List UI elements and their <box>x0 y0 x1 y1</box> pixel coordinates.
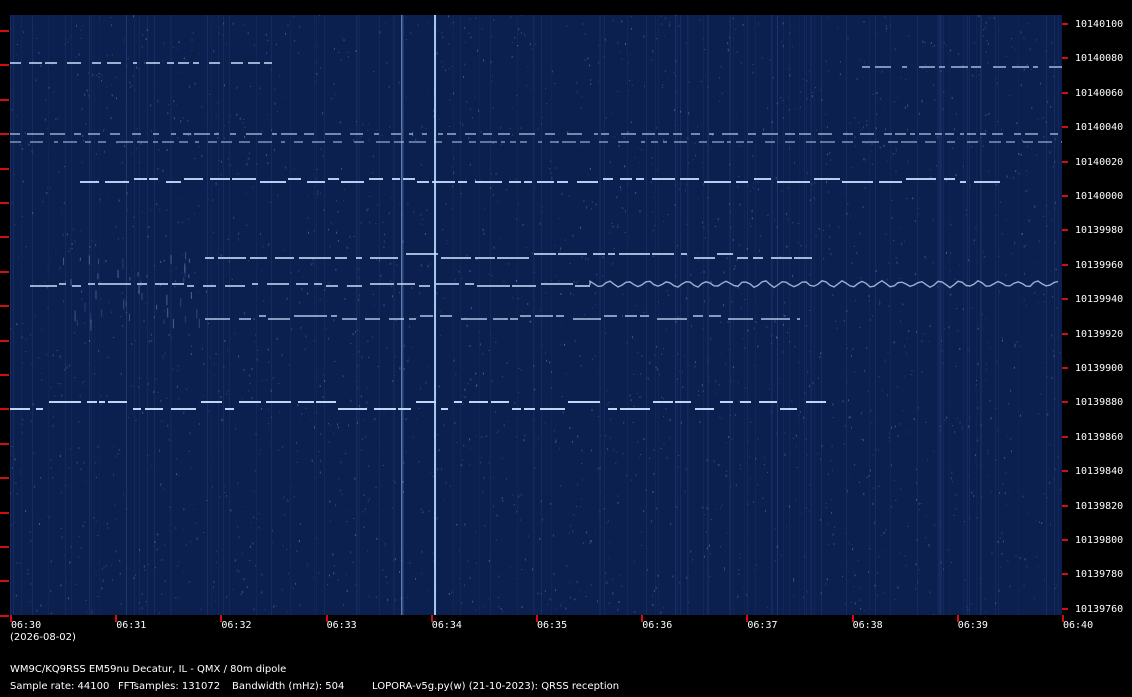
freq-label: 10140060 <box>1075 87 1124 99</box>
freq-label: 10140020 <box>1075 156 1124 168</box>
freq-tick-left <box>0 133 9 136</box>
date-label: (2026-08-02) <box>10 632 76 643</box>
freq-label: 10139980 <box>1075 225 1124 237</box>
freq-label: 10139800 <box>1075 535 1124 546</box>
freq-label: 10139880 <box>1075 397 1124 409</box>
time-label: 06:35 <box>537 620 568 631</box>
freq-tick-left <box>0 167 9 170</box>
spectrogram-waterfall <box>10 15 1062 615</box>
freq-tick-left <box>0 408 9 411</box>
freq-tick <box>1062 195 1068 197</box>
freq-label: 10140000 <box>1075 191 1124 202</box>
freq-label: 10140040 <box>1075 122 1124 134</box>
freq-tick-left <box>0 64 9 67</box>
freq-tick <box>1062 126 1068 129</box>
freq-tick <box>1062 607 1068 610</box>
freq-label: 10139760 <box>1075 603 1124 615</box>
freq-tick-left <box>0 546 9 548</box>
time-label: 06:33 <box>326 620 357 631</box>
freq-tick <box>1062 470 1068 473</box>
freq-tick <box>1062 573 1068 576</box>
fft-samples-info: FFTsamples: 131072 <box>118 681 221 692</box>
freq-label: 10140080 <box>1075 53 1124 65</box>
freq-tick-left <box>0 477 9 480</box>
freq-tick <box>1062 57 1068 60</box>
freq-tick <box>1062 332 1068 335</box>
freq-tick-left <box>0 374 9 376</box>
freq-tick <box>1062 23 1068 25</box>
time-label: 06:36 <box>642 620 673 631</box>
software-info: LOPORA-v5g.py(w) (21-10-2023): QRSS rece… <box>372 681 620 692</box>
freq-tick <box>1062 435 1068 438</box>
freq-label: 10139820 <box>1075 500 1124 512</box>
freq-tick <box>1062 504 1068 507</box>
freq-tick <box>1062 298 1068 301</box>
freq-tick-left <box>0 511 9 514</box>
freq-label: 10139920 <box>1075 328 1124 340</box>
sample-rate-info: Sample rate: 44100 <box>10 681 110 692</box>
freq-label: 10140100 <box>1075 19 1124 30</box>
freq-tick <box>1062 539 1068 541</box>
freq-label: 10139960 <box>1075 259 1124 271</box>
bandwidth-info: Bandwidth (mHz): 504 <box>232 681 345 692</box>
time-label: 06:38 <box>852 620 883 631</box>
time-label: 06:37 <box>747 620 778 631</box>
time-label: 06:32 <box>221 620 252 631</box>
freq-tick <box>1062 160 1068 163</box>
spectrogram-svg <box>10 15 1062 615</box>
freq-tick-left <box>0 442 9 445</box>
time-label: 06:30 <box>11 620 42 631</box>
freq-tick-left <box>0 236 9 239</box>
freq-label: 10139840 <box>1075 466 1124 478</box>
freq-label: 10139780 <box>1075 569 1124 581</box>
freq-tick-left <box>0 270 9 273</box>
time-label: 06:39 <box>957 620 988 631</box>
freq-tick <box>1062 263 1068 266</box>
time-label: 06:34 <box>431 620 462 631</box>
freq-label: 10139900 <box>1075 363 1124 374</box>
freq-tick <box>1062 367 1068 369</box>
freq-tick <box>1062 229 1068 232</box>
station-info: WM9C/KQ9RSS EM59nu Decatur, IL - QMX / 8… <box>10 664 287 675</box>
freq-label: 10139940 <box>1075 294 1124 306</box>
freq-tick-left <box>0 614 9 617</box>
freq-tick <box>1062 401 1068 404</box>
freq-tick-left <box>0 580 9 583</box>
freq-tick-left <box>0 339 9 342</box>
freq-tick-left <box>0 202 9 204</box>
freq-tick-left <box>0 305 9 308</box>
freq-tick <box>1062 91 1068 94</box>
freq-tick-left <box>0 98 9 101</box>
freq-tick-left <box>0 30 9 32</box>
freq-label: 10139860 <box>1075 431 1124 443</box>
time-label: 06:31 <box>116 620 147 631</box>
time-label: 06:40 <box>1063 620 1094 631</box>
